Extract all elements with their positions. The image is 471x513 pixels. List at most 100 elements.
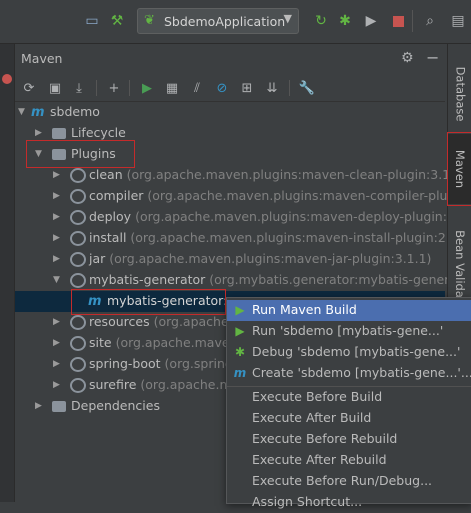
collapsed-arrow-icon[interactable]: ▶ xyxy=(35,128,45,138)
plugin-coordinates: (org.apache.maven.plugins:maven-clean-pl… xyxy=(126,167,467,182)
plugin-name: mybatis-generator xyxy=(89,272,206,287)
menu-item-execute-after-rebuild[interactable]: Execute After Rebuild xyxy=(227,450,471,471)
collapsed-arrow-icon[interactable]: ▶ xyxy=(53,380,63,390)
toolbar-divider xyxy=(412,10,413,32)
coverage-icon[interactable]: ▶ xyxy=(362,12,380,30)
run-icon: ▶ xyxy=(235,324,245,338)
maven-module-icon: m xyxy=(31,105,45,120)
plugin-name: site xyxy=(89,335,112,350)
run-configuration-label: SbdemoApplication xyxy=(164,13,286,29)
collapsed-arrow-icon[interactable]: ▶ xyxy=(53,254,63,264)
chevron-down-icon: ▼ xyxy=(283,12,292,25)
expanded-arrow-icon[interactable]: ▼ xyxy=(18,107,28,117)
stop-icon[interactable] xyxy=(389,12,407,30)
collapsed-arrow-icon[interactable]: ▶ xyxy=(53,212,63,222)
run-icon[interactable]: ▶ xyxy=(137,78,157,98)
database-tab-label: Database xyxy=(453,66,467,122)
add-icon[interactable]: + xyxy=(104,78,124,98)
bean-validation-tab[interactable]: Bean Valida xyxy=(448,219,471,309)
build-hammer-icon[interactable]: ⚒ xyxy=(108,12,126,30)
collapsed-arrow-icon[interactable]: ▶ xyxy=(53,170,63,180)
maven-panel-header: Maven ⚙ − xyxy=(15,46,445,72)
menu-item-create-config[interactable]: m Create 'sbdemo [mybatis-gene...'... xyxy=(227,363,471,384)
skip-tests-icon[interactable]: ⊘ xyxy=(212,78,232,98)
rerun-icon[interactable]: ↻ xyxy=(312,12,330,30)
collapsed-arrow-icon[interactable]: ▶ xyxy=(53,191,63,201)
plugin-coordinates: (org.apache.maven.plugins:maven-deploy-p… xyxy=(135,209,471,224)
tree-node-root[interactable]: ▼ m sbdemo xyxy=(15,102,445,123)
collapsed-arrow-icon[interactable]: ▶ xyxy=(53,338,63,348)
menu-item-assign-shortcut[interactable]: Assign Shortcut... xyxy=(227,492,471,513)
plugin-name: jar xyxy=(89,251,106,266)
tree-label: Lifecycle xyxy=(71,125,126,140)
bean-validation-tab-label: Bean Valida xyxy=(453,230,467,298)
tree-label: sbdemo xyxy=(50,104,100,119)
reload-icon[interactable]: ⟳ xyxy=(19,78,39,98)
plugin-row[interactable]: ▼ mybatis-generator (org.mybatis.generat… xyxy=(15,270,471,291)
plugin-gear-icon xyxy=(70,336,86,351)
plugin-row[interactable]: ▶ clean (org.apache.maven.plugins:maven-… xyxy=(15,165,467,186)
project-structure-icon[interactable]: ▤ xyxy=(449,12,467,30)
debug-icon[interactable]: ✱ xyxy=(336,12,354,30)
plugin-name: clean xyxy=(89,167,123,182)
menu-item-debug-config[interactable]: ✱ Debug 'sbdemo [mybatis-gene...' xyxy=(227,342,471,363)
debug-icon: ✱ xyxy=(234,345,246,359)
settings-gear-icon[interactable]: ⚙ xyxy=(401,50,414,66)
plugin-name: deploy xyxy=(89,209,132,224)
execute-goal-icon[interactable]: ▦ xyxy=(162,78,182,98)
tree-label: Dependencies xyxy=(71,398,160,413)
plugin-gear-icon xyxy=(70,168,86,183)
plugin-name: spring-boot xyxy=(89,356,161,371)
plugin-coordinates: (org.mybatis.generator:mybatis-generator… xyxy=(209,272,471,287)
toolbar-separator xyxy=(289,80,290,96)
plugin-name: surefire xyxy=(89,377,137,392)
menu-item-run-maven-build[interactable]: ▶ Run Maven Build xyxy=(227,300,471,321)
plugins-highlight-box xyxy=(26,140,135,168)
toolbar-separator xyxy=(129,80,130,96)
run-configuration-select[interactable]: ❦ SbdemoApplication ▼ xyxy=(137,8,299,34)
terminal-icon[interactable]: ▭ xyxy=(83,12,101,30)
collapsed-arrow-icon[interactable]: ▶ xyxy=(53,233,63,243)
menu-item-execute-before-rebuild[interactable]: Execute Before Rebuild xyxy=(227,429,471,450)
plugin-name: install xyxy=(89,230,127,245)
search-icon[interactable]: ⌕ xyxy=(421,12,439,30)
plugin-row[interactable]: ▶ deploy (org.apache.maven.plugins:maven… xyxy=(15,207,471,228)
database-tab[interactable]: Database xyxy=(448,54,471,134)
toggle-offline-icon[interactable]: ⫽ xyxy=(187,78,207,98)
expanded-arrow-icon[interactable]: ▼ xyxy=(53,275,63,285)
collapse-all-icon[interactable]: ⇊ xyxy=(262,78,282,98)
hide-panel-icon[interactable]: − xyxy=(426,48,439,67)
folder-icon xyxy=(52,401,66,412)
plugin-name: resources xyxy=(89,314,150,329)
toolbar-separator xyxy=(96,80,97,96)
maven-icon: m xyxy=(233,366,247,380)
maven-tool-strip: ⟳ ▣ ⤓ + ▶ ▦ ⫽ ⊘ ⊞ ⇊ 🔧 xyxy=(15,75,445,102)
menu-item-run-config[interactable]: ▶ Run 'sbdemo [mybatis-gene...' xyxy=(227,321,471,342)
plugin-coordinates: (org.spring xyxy=(164,356,233,371)
menu-item-execute-before-build[interactable]: Execute Before Build xyxy=(227,387,471,408)
plugin-gear-icon xyxy=(70,378,86,393)
run-icon: ▶ xyxy=(235,303,245,317)
menu-item-execute-before-run-debug[interactable]: Execute Before Run/Debug... xyxy=(227,471,471,492)
collapsed-arrow-icon[interactable]: ▶ xyxy=(53,359,63,369)
collapsed-arrow-icon[interactable]: ▶ xyxy=(53,317,63,327)
wrench-icon[interactable]: 🔧 xyxy=(297,78,317,98)
plugin-row[interactable]: ▶ jar (org.apache.maven.plugins:maven-ja… xyxy=(15,249,445,270)
collapsed-arrow-icon[interactable]: ▶ xyxy=(35,401,45,411)
plugin-gear-icon xyxy=(70,357,86,372)
plugin-row[interactable]: ▶ install (org.apache.maven.plugins:mave… xyxy=(15,228,471,249)
main-toolbar: ▭ ⚒ ❦ SbdemoApplication ▼ ↻ ✱ ▶ ⌕ ▤ xyxy=(0,0,471,44)
plugin-gear-icon xyxy=(70,210,86,225)
plugin-coordinates: (org.apache.maven.plugins:maven-install-… xyxy=(130,230,471,245)
plugin-coordinates: (org.apache.maven. xyxy=(115,335,242,350)
goal-context-menu: ▶ Run Maven Build ▶ Run 'sbdemo [mybatis… xyxy=(226,297,471,509)
maven-tab-highlight-box xyxy=(447,132,471,206)
download-icon[interactable]: ⤓ xyxy=(69,78,89,98)
menu-item-execute-after-build[interactable]: Execute After Build xyxy=(227,408,471,429)
left-editor-gutter xyxy=(0,44,15,502)
reimport-folder-icon[interactable]: ▣ xyxy=(45,78,65,98)
show-dependencies-icon[interactable]: ⊞ xyxy=(237,78,257,98)
panel-title: Maven xyxy=(21,51,63,66)
plugin-row[interactable]: ▶ compiler (org.apache.maven.plugins:mav… xyxy=(15,186,471,207)
plugin-gear-icon xyxy=(70,252,86,267)
